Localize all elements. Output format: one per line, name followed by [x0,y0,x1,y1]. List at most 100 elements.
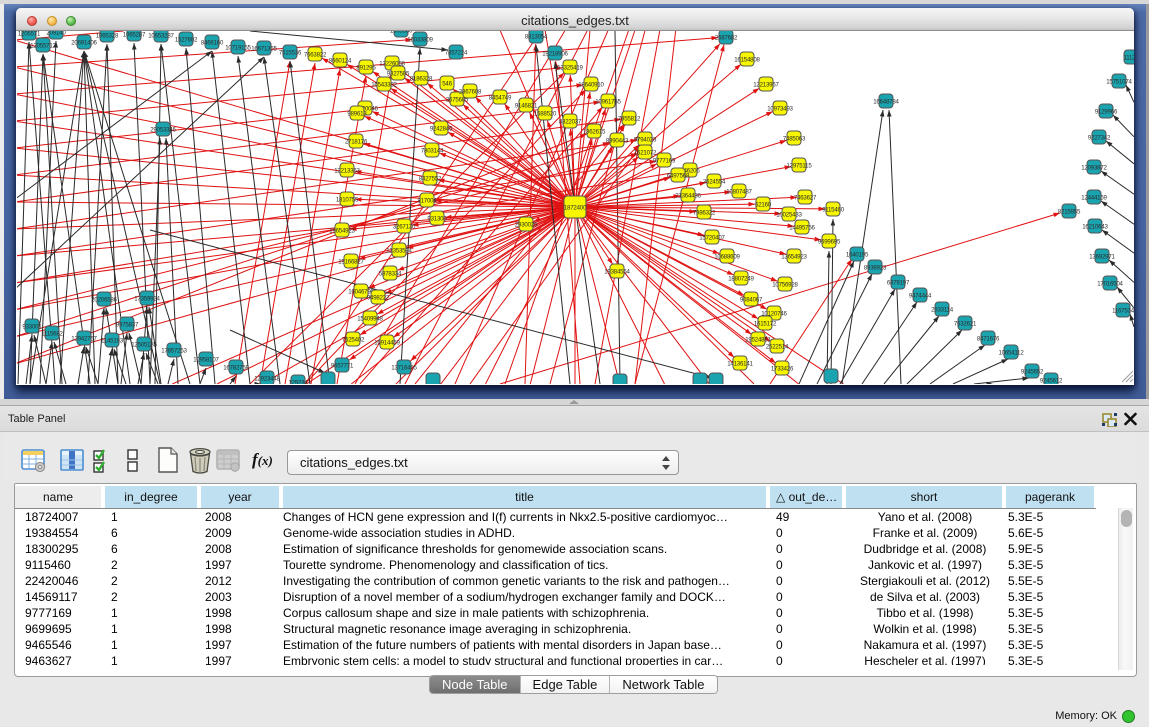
svg-text:8660124: 8660124 [329,58,352,65]
svg-text:9129966: 9129966 [1095,109,1118,116]
svg-text:16543382: 16543382 [371,82,397,89]
svg-text:1872400: 1872400 [564,205,587,212]
svg-text:2867608: 2867608 [459,89,482,96]
svg-text:9245612: 9245612 [1040,378,1063,385]
svg-text:9794028: 9794028 [634,137,657,144]
svg-text:9699695: 9699695 [818,239,841,246]
svg-text:17857253: 17857253 [161,348,187,355]
svg-text:17016504: 17016504 [1097,281,1123,288]
svg-text:13716465: 13716465 [391,365,417,372]
svg-text:18640910: 18640910 [578,82,604,89]
svg-text:8813054: 8813054 [525,34,548,41]
svg-text:9498222: 9498222 [367,295,390,302]
svg-text:12505135: 12505135 [131,342,157,349]
svg-text:12444159: 12444159 [1081,195,1107,202]
svg-text:209140: 209140 [46,31,66,37]
svg-text:16648784: 16648784 [873,99,899,106]
svg-text:3624554: 3624554 [703,179,726,186]
svg-text:10961755: 10961755 [595,99,621,106]
svg-text:1115682: 1115682 [41,331,63,338]
svg-text:1603380: 1603380 [390,31,413,35]
svg-text:7986322: 7986322 [693,210,716,217]
svg-text:7625402: 7625402 [342,337,365,344]
svg-text:17359924: 17359924 [134,296,160,303]
svg-text:8471676: 8471676 [977,336,1000,343]
svg-text:12975115: 12975115 [786,163,812,170]
svg-text:13692971: 13692971 [1089,254,1115,261]
svg-text:9242845: 9242845 [430,126,453,133]
svg-text:16033809: 16033809 [407,37,433,44]
svg-text:16210643: 16210643 [1082,224,1108,231]
svg-text:8990443: 8990443 [606,138,629,145]
svg-text:9474444: 9474444 [909,293,932,300]
svg-text:1527602: 1527602 [175,37,198,44]
svg-text:16154808: 16154808 [734,57,760,64]
svg-text:14136141: 14136141 [727,361,753,368]
svg-text:1065328: 1065328 [96,33,119,40]
svg-text:11123: 11123 [1123,55,1134,62]
svg-text:7663822: 7663822 [304,52,327,59]
svg-text:10654112: 10654112 [998,350,1024,357]
svg-text:20206586: 20206586 [91,297,117,304]
svg-text:3267130: 3267130 [393,224,416,231]
svg-text:5878334: 5878334 [379,271,402,278]
svg-text:9115460: 9115460 [822,207,845,214]
svg-text:2933114: 2933114 [931,307,954,314]
svg-text:16914459: 16914459 [374,340,400,347]
svg-text:1810755: 1810755 [336,197,359,204]
svg-text:8466160: 8466160 [201,40,224,47]
svg-text:16671355: 16671355 [251,46,277,53]
svg-text:7632621: 7632621 [954,321,977,328]
svg-text:933001: 933001 [22,324,42,331]
svg-text:19384554: 19384554 [604,269,630,276]
svg-text:9975837: 9975837 [116,322,139,329]
svg-text:13654923: 13654923 [781,254,807,261]
svg-text:7857224: 7857224 [445,50,468,57]
svg-text:15409948: 15409948 [357,316,383,323]
svg-text:1621072: 1621072 [634,150,657,157]
svg-text:7485063: 7485063 [783,136,806,143]
svg-text:1362615: 1362615 [583,129,606,136]
svg-text:10973493: 10973493 [767,106,793,113]
svg-text:12942757: 12942757 [71,336,97,343]
svg-text:1065287: 1065287 [123,32,146,39]
svg-text:10958107: 10958107 [193,357,219,364]
svg-text:891295: 891295 [356,65,376,72]
svg-text:931300: 931300 [427,216,447,223]
svg-text:9657771: 9657771 [331,363,354,370]
svg-text:10025433: 10025433 [776,212,802,219]
svg-text:1733426: 1733426 [771,366,794,373]
svg-text:15751074: 15751074 [1106,79,1132,86]
svg-text:9245652: 9245652 [1021,369,1044,376]
svg-text:9084067: 9084067 [740,297,763,304]
svg-text:1640195: 1640195 [846,252,869,259]
svg-text:12923448: 12923448 [254,376,280,383]
svg-text:10653287: 10653287 [148,33,174,40]
svg-text:989613: 989613 [347,111,367,118]
svg-text:9327505: 9327505 [387,71,410,78]
svg-text:10688609: 10688609 [714,254,740,261]
svg-text:8322037: 8322037 [559,119,582,126]
svg-text:6879197: 6879197 [887,280,910,287]
svg-text:1167534: 1167534 [1112,308,1134,315]
svg-text:12213967: 12213967 [753,82,779,89]
svg-text:10756928: 10756928 [772,282,798,289]
svg-text:19524851: 19524851 [745,337,771,344]
svg-text:8454749: 8454749 [489,95,512,102]
svg-text:2687682: 2687682 [715,35,738,42]
svg-text:7955812: 7955812 [618,116,641,123]
svg-text:129234: 129234 [288,380,308,385]
svg-text:546: 546 [442,81,452,88]
svg-text:2522514: 2522514 [766,344,789,351]
svg-text:7803144: 7803144 [421,148,444,155]
svg-text:8938923: 8938923 [864,265,887,272]
svg-text:18807249: 18807249 [728,276,754,283]
svg-text:16782759: 16782759 [223,365,249,372]
svg-text:12055712: 12055712 [30,43,56,50]
svg-text:1145193: 1145193 [101,338,124,345]
svg-text:12093872: 12093872 [1081,165,1107,172]
svg-text:19654923: 19654923 [329,228,355,235]
svg-text:29053346: 29053346 [150,127,176,134]
svg-text:7515536: 7515536 [279,50,302,57]
svg-text:9227342: 9227342 [1088,135,1111,142]
